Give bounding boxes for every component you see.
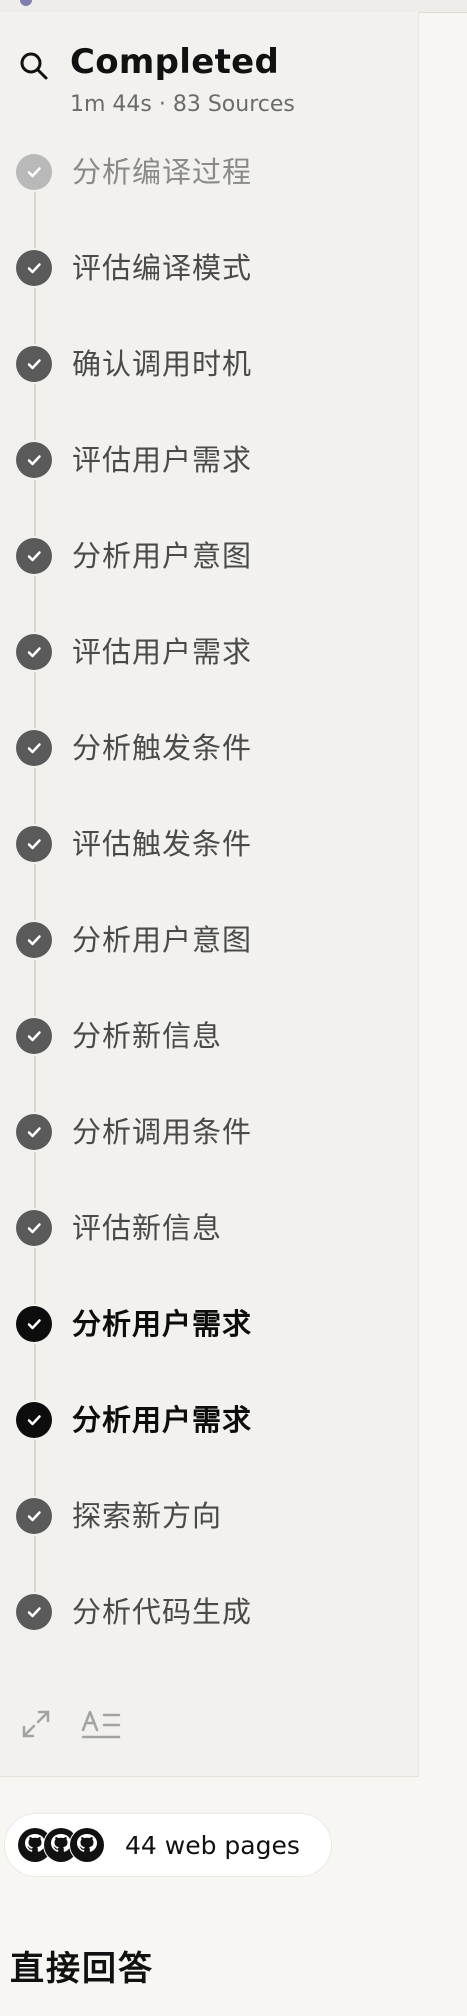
reasoning-step[interactable]: 确认调用时机 <box>16 334 396 394</box>
reasoning-step-label: 评估编译模式 <box>72 250 253 285</box>
github-logo-icon <box>69 1827 105 1863</box>
checkmark-icon <box>16 1498 52 1534</box>
reasoning-step-label: 分析用户需求 <box>72 1402 253 1437</box>
reasoning-step[interactable]: 评估新信息 <box>16 1198 396 1258</box>
reasoning-step[interactable]: 分析用户需求 <box>16 1390 396 1450</box>
reasoning-step[interactable]: 探索新方向 <box>16 1486 396 1546</box>
checkmark-icon <box>16 1306 52 1342</box>
checkmark-icon <box>16 634 52 670</box>
reasoning-step-label: 分析用户需求 <box>72 1306 253 1341</box>
reasoning-step[interactable]: 评估用户需求 <box>16 622 396 682</box>
reasoning-step-label: 探索新方向 <box>72 1498 223 1533</box>
reasoning-steps: 分析编译过程 评估编译模式 确认调用时机 评估用户需求 分析用户意图 评估用户需求 分析触发… <box>0 142 418 1630</box>
reasoning-step-label: 确认调用时机 <box>72 346 253 381</box>
reasoning-step-label: 评估用户需求 <box>72 634 253 669</box>
reasoning-step-label: 分析触发条件 <box>72 730 253 765</box>
checkmark-icon <box>16 922 52 958</box>
checkmark-icon <box>16 1402 52 1438</box>
reasoning-step-label: 分析用户意图 <box>72 538 253 573</box>
checkmark-icon <box>16 730 52 766</box>
text-format-icon[interactable] <box>80 1706 122 1742</box>
reasoning-step-label: 分析编译过程 <box>72 154 253 189</box>
reasoning-step[interactable]: 分析用户意图 <box>16 526 396 586</box>
checkmark-icon <box>16 538 52 574</box>
answer-heading: 直接回答 <box>10 1949 154 1989</box>
checkmark-icon <box>16 1594 52 1630</box>
reasoning-step[interactable]: 分析代码生成 <box>16 1582 396 1642</box>
checkmark-icon <box>16 1210 52 1246</box>
reasoning-step[interactable]: 分析新信息 <box>16 1006 396 1066</box>
source-icons <box>17 1827 107 1863</box>
checkmark-icon <box>16 442 52 478</box>
expand-icon[interactable] <box>18 1706 54 1742</box>
status-title: Completed <box>70 42 280 82</box>
sources-pill[interactable]: 44 web pages <box>4 1813 332 1877</box>
reasoning-step[interactable]: 分析调用条件 <box>16 1102 396 1162</box>
reasoning-step-label: 分析新信息 <box>72 1018 223 1053</box>
reasoning-step-label: 分析用户意图 <box>72 922 253 957</box>
status-meta: 1m 44s · 83 Sources <box>70 92 295 117</box>
sources-count: 44 web pages <box>125 1830 300 1860</box>
reasoning-step[interactable]: 分析用户意图 <box>16 910 396 970</box>
reasoning-step[interactable]: 评估编译模式 <box>16 238 396 298</box>
reasoning-step[interactable]: 分析用户需求 <box>16 1294 396 1354</box>
checkmark-icon <box>16 154 52 190</box>
reasoning-step[interactable]: 分析触发条件 <box>16 718 396 778</box>
reasoning-step-label: 评估触发条件 <box>72 826 253 861</box>
checkmark-icon <box>16 1018 52 1054</box>
reasoning-step[interactable]: 评估触发条件 <box>16 814 396 874</box>
reasoning-step-label: 分析调用条件 <box>72 1114 253 1149</box>
reasoning-step-label: 评估新信息 <box>72 1210 223 1245</box>
reasoning-step[interactable]: 分析编译过程 <box>16 142 396 202</box>
reasoning-step[interactable]: 评估用户需求 <box>16 430 396 490</box>
checkmark-icon <box>16 250 52 286</box>
tab-indicator-icon <box>20 0 32 6</box>
reasoning-step-label: 分析代码生成 <box>72 1594 253 1629</box>
checkmark-icon <box>16 1114 52 1150</box>
search-icon <box>20 52 48 80</box>
reasoning-step-label: 评估用户需求 <box>72 442 253 477</box>
reasoning-panel: Completed 1m 44s · 83 Sources 分析编译过程 评估编译… <box>0 12 419 1777</box>
panel-tools <box>18 1706 138 1746</box>
checkmark-icon <box>16 346 52 382</box>
checkmark-icon <box>16 826 52 862</box>
